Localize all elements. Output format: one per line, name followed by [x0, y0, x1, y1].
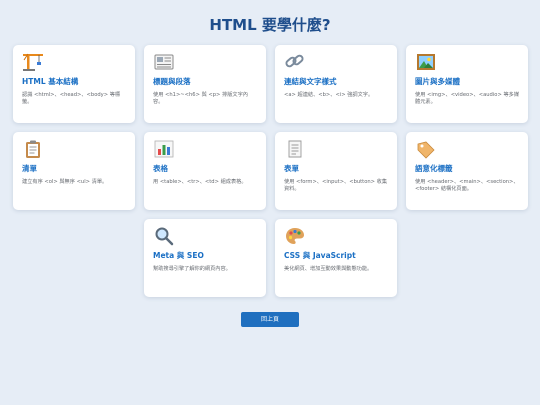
- topic-grid: HTML 基本結構 認識 <html>、<head>、<body> 等標籤。 標…: [13, 45, 528, 297]
- card-title: 圖片與多媒體: [415, 77, 460, 86]
- bar-chart-icon: [153, 139, 175, 159]
- page-title: HTML 要學什麼?: [209, 16, 331, 34]
- card-title: 表單: [284, 164, 299, 173]
- form-document-icon: [284, 139, 306, 159]
- card-description: 使用 <header>、<main>、<section>、<footer> 結構…: [415, 179, 519, 192]
- topic-card-headings-paragraphs[interactable]: 標題與段落 使用 <h1>~<h6> 與 <p> 排版文字內容。: [144, 45, 266, 123]
- newspaper-icon: [153, 52, 175, 72]
- topic-card-tables[interactable]: 表格 用 <table>、<tr>、<td> 組成表格。: [144, 132, 266, 210]
- back-button[interactable]: 回上頁: [241, 312, 299, 327]
- card-description: 建立有序 <ol> 與無序 <ul> 清單。: [22, 179, 108, 185]
- card-description: 使用 <img>、<video>、<audio> 等多媒體元素。: [415, 92, 520, 105]
- link-icon: [284, 52, 306, 72]
- card-description: 認識 <html>、<head>、<body> 等標籤。: [22, 92, 121, 105]
- topic-card-forms[interactable]: 表單 使用 <form>、<input>、<button> 收集資料。: [275, 132, 397, 210]
- clipboard-icon: [22, 139, 44, 159]
- card-title: 語意化標籤: [415, 164, 453, 173]
- card-description: <a> 超連結、<b>、<i> 強調文字。: [284, 92, 374, 98]
- card-description: 使用 <h1>~<h6> 與 <p> 排版文字內容。: [153, 92, 248, 105]
- card-title: 表格: [153, 164, 168, 173]
- card-description: 美化網頁、增加互動效果與動態功能。: [284, 266, 373, 272]
- card-title: 連結與文字樣式: [284, 77, 337, 86]
- topic-card-semantic-tags[interactable]: 語意化標籤 使用 <header>、<main>、<section>、<foot…: [406, 132, 528, 210]
- card-title: CSS 與 JavaScript: [284, 251, 356, 260]
- tag-icon: [415, 139, 437, 159]
- construction-crane-icon: [22, 52, 44, 72]
- topic-card-html-structure[interactable]: HTML 基本結構 認識 <html>、<head>、<body> 等標籤。: [13, 45, 135, 123]
- magnifying-glass-icon: [153, 226, 175, 246]
- card-title: HTML 基本結構: [22, 77, 79, 86]
- card-title: 標題與段落: [153, 77, 191, 86]
- card-description: 用 <table>、<tr>、<td> 組成表格。: [153, 179, 247, 185]
- topic-card-css-javascript[interactable]: CSS 與 JavaScript 美化網頁、增加互動效果與動態功能。: [275, 219, 397, 297]
- topic-card-meta-seo[interactable]: Meta 與 SEO 幫助搜尋引擎了解你的網頁內容。: [144, 219, 266, 297]
- card-title: 清單: [22, 164, 37, 173]
- topic-card-lists[interactable]: 清單 建立有序 <ol> 與無序 <ul> 清單。: [13, 132, 135, 210]
- card-description: 幫助搜尋引擎了解你的網頁內容。: [153, 266, 231, 272]
- topic-card-images-multimedia[interactable]: 圖片與多媒體 使用 <img>、<video>、<audio> 等多媒體元素。: [406, 45, 528, 123]
- card-title: Meta 與 SEO: [153, 251, 204, 260]
- artist-palette-icon: [284, 226, 306, 246]
- topic-card-links-text-style[interactable]: 連結與文字樣式 <a> 超連結、<b>、<i> 強調文字。: [275, 45, 397, 123]
- card-description: 使用 <form>、<input>、<button> 收集資料。: [284, 179, 388, 192]
- framed-picture-icon: [415, 52, 437, 72]
